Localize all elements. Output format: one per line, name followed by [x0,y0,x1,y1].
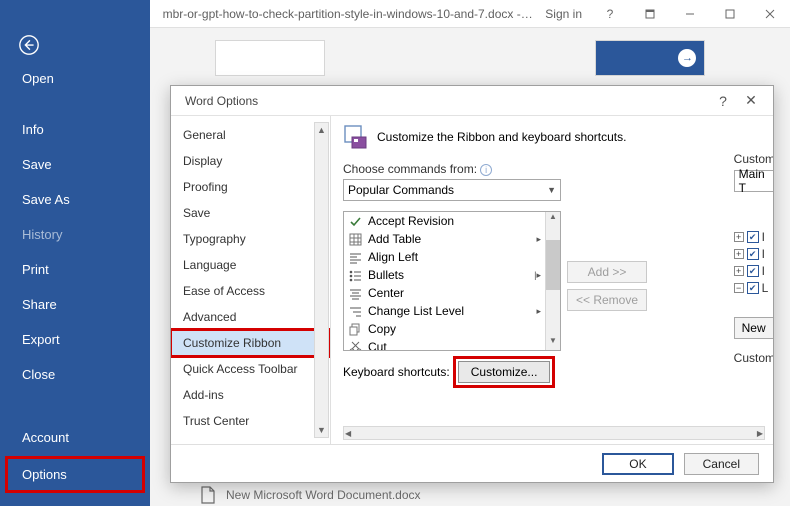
cat-proofing[interactable]: Proofing [171,174,330,200]
cmd-center[interactable]: Center [344,284,545,302]
backstage-save-as[interactable]: Save As [0,182,150,217]
template-blank[interactable] [210,40,330,82]
cat-general[interactable]: General [171,122,330,148]
cmd-copy[interactable]: Copy [344,320,545,338]
sign-in-link[interactable]: Sign in [545,7,582,21]
panel-heading: Customize the Ribbon and keyboard shortc… [377,130,626,144]
add-button[interactable]: Add >> [567,261,647,283]
backstage-save[interactable]: Save [0,147,150,182]
backstage-sidebar: Open Info Save Save As History Print Sha… [0,0,150,506]
cmd-bullets[interactable]: Bullets|▸ [344,266,545,284]
cancel-button[interactable]: Cancel [684,453,759,475]
backstage-close[interactable]: Close [0,357,150,392]
chevron-down-icon: ▼ [547,185,556,195]
backstage-info[interactable]: Info [0,112,150,147]
backstage-share[interactable]: Share [0,287,150,322]
check-icon [348,214,362,228]
cat-addins[interactable]: Add-ins [171,382,330,408]
dialog-help-button[interactable]: ? [709,93,737,109]
maximize-button[interactable] [710,0,750,28]
cmd-align-left[interactable]: Align Left [344,248,545,266]
info-icon[interactable]: i [480,164,492,176]
window-title: mbr-or-gpt-how-to-check-partition-style-… [150,7,545,21]
cat-ease[interactable]: Ease of Access [171,278,330,304]
tree-row: −L [734,281,773,295]
customize-ribbon-icon [343,124,369,150]
cat-typography[interactable]: Typography [171,226,330,252]
choose-commands-value: Popular Commands [348,183,454,197]
backstage-print[interactable]: Print [0,252,150,287]
customizations-label: Custom [734,351,773,365]
word-options-dialog: Word Options ? ✕ General Display Proofin… [170,85,774,483]
cmd-add-table[interactable]: Add Table▸ [344,230,545,248]
cat-customize-ribbon[interactable]: Customize Ribbon [171,330,330,356]
backstage-open[interactable]: Open [0,61,150,96]
right-panel-clipped: Custom Main T +I +I +I −L New Custom [734,152,773,365]
choose-commands-dropdown[interactable]: Popular Commands ▼ [343,179,561,201]
bullets-icon [348,268,362,282]
dialog-close-button[interactable]: ✕ [737,92,765,109]
minimize-button[interactable] [670,0,710,28]
arrow-right-icon: → [682,52,693,64]
commands-scrollbar[interactable]: ▲ ▼ [545,212,560,350]
cat-advanced[interactable]: Advanced [171,304,330,330]
align-left-icon [348,250,362,264]
cat-qat[interactable]: Quick Access Toolbar [171,356,330,382]
scroll-down-icon[interactable]: ▼ [315,423,328,437]
backstage-history[interactable]: History [0,217,150,252]
help-button[interactable]: ? [590,0,630,28]
copy-icon [348,322,362,336]
backstage-options[interactable]: Options [6,457,144,492]
backstage-export[interactable]: Export [0,322,150,357]
tree-row: +I [734,247,773,261]
cmd-accept-revision[interactable]: Accept Revision [344,212,545,230]
cut-icon [348,340,362,350]
back-button[interactable] [0,28,150,61]
document-icon [200,486,216,504]
recent-doc-item[interactable]: New Microsoft Word Document.docx [200,486,421,504]
keyboard-shortcuts-label: Keyboard shortcuts: [343,365,450,379]
horizontal-scrollbar[interactable]: ◀▶ [343,426,765,440]
customize-shortcuts-button[interactable]: Customize... [458,361,551,383]
ribbon-display-button[interactable] [630,0,670,28]
ok-button[interactable]: OK [602,453,673,475]
customize-ribbon-dropdown[interactable]: Main T [734,170,773,192]
tree-row: +I [734,264,773,278]
tree-row: +I [734,230,773,244]
dialog-title: Word Options [179,94,258,108]
dialog-titlebar: Word Options ? ✕ [171,86,773,116]
template-welcome[interactable]: → [590,40,710,82]
template-blank-thumb [215,40,325,76]
cat-language[interactable]: Language [171,252,330,278]
dialog-footer: OK Cancel [171,444,773,482]
list-level-icon [348,304,362,318]
commands-listbox[interactable]: Accept Revision Add Table▸ Align Left Bu… [343,211,561,351]
cmd-change-list-level[interactable]: Change List Level▸ [344,302,545,320]
options-category-list: General Display Proofing Save Typography… [171,116,331,444]
category-scrollbar[interactable]: ▲ ▼ [314,122,329,438]
align-center-icon [348,286,362,300]
template-welcome-thumb: → [595,40,705,76]
scroll-up-icon[interactable]: ▲ [315,123,328,137]
cat-display[interactable]: Display [171,148,330,174]
recent-doc-name: New Microsoft Word Document.docx [226,488,421,502]
table-icon [348,232,362,246]
customize-ribbon-label: Custom [734,152,773,166]
backstage-account[interactable]: Account [0,420,150,455]
new-tab-button[interactable]: New [734,317,773,339]
cat-trust[interactable]: Trust Center [171,408,330,434]
choose-commands-label: Choose commands from:i [343,162,561,176]
ribbon-tree[interactable]: +I +I +I −L [734,230,773,295]
options-main-panel: Customize the Ribbon and keyboard shortc… [331,116,773,444]
cmd-cut[interactable]: Cut [344,338,545,350]
close-button[interactable] [750,0,790,28]
remove-button[interactable]: << Remove [567,289,647,311]
cat-save[interactable]: Save [171,200,330,226]
